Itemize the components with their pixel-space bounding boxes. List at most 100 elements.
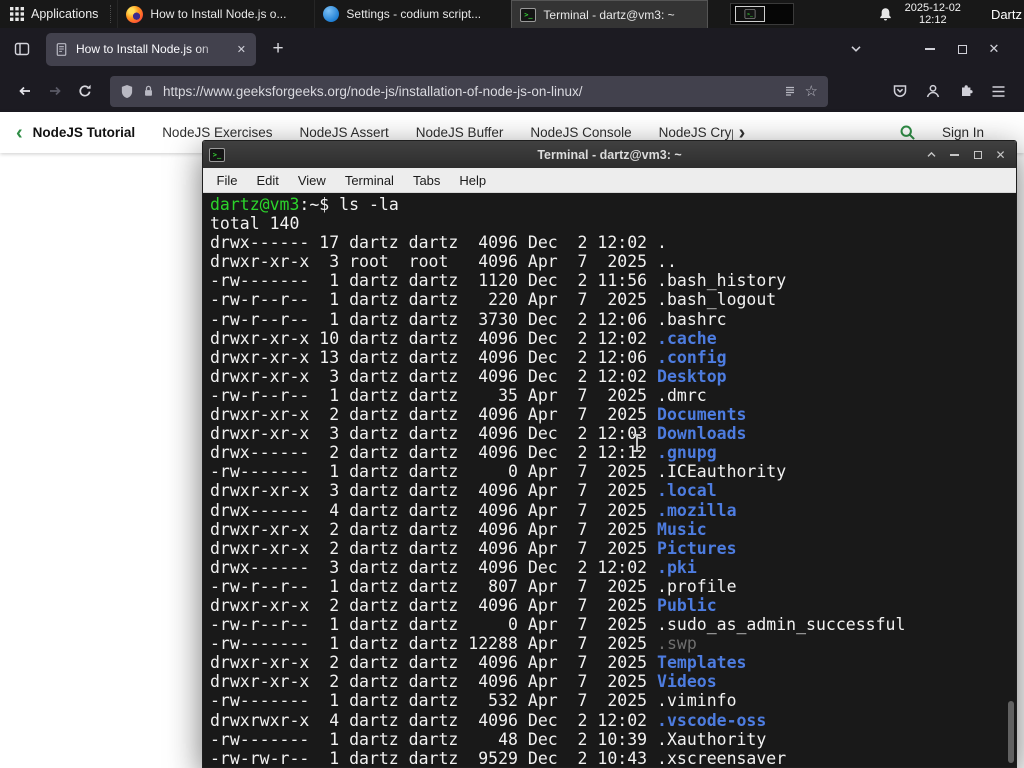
terminal-total-line: total 140 <box>210 214 300 234</box>
reload-button[interactable] <box>70 76 100 106</box>
list-tabs-chevron-icon[interactable] <box>844 45 868 53</box>
nav-scroll-left-icon[interactable]: ‹ <box>12 123 27 143</box>
terminal-title: Terminal - dartz@vm3: ~ <box>537 147 682 162</box>
terminal-titlebar-icon <box>209 147 225 162</box>
terminal-content[interactable]: dartz@vm3:~$ ls -la total 140 drwx------… <box>203 193 1016 767</box>
terminal-icon <box>520 7 537 22</box>
reader-mode-icon[interactable] <box>783 84 797 98</box>
command-text: ls -la <box>339 195 399 214</box>
terminal-line: drwx------ 2 dartz dartz 4096 Dec 2 12:1… <box>210 443 717 463</box>
window-maximize-button[interactable] <box>946 44 978 54</box>
scrollbar-thumb[interactable] <box>1008 701 1014 763</box>
site-nav-link[interactable]: NodeJS Tutorial <box>33 125 136 140</box>
menu-icon[interactable] <box>991 85 1006 98</box>
terminal-line: -rw-r--r-- 1 dartz dartz 0 Apr 7 2025 .s… <box>210 615 906 635</box>
terminal-titlebar[interactable]: Terminal - dartz@vm3: ~ ✕ <box>203 141 1016 168</box>
maximize-button[interactable] <box>966 150 989 159</box>
taskbar-label: Settings - codium script... <box>346 7 482 21</box>
search-icon[interactable] <box>899 124 916 141</box>
firefox-view-icon <box>14 42 30 56</box>
taskbar-label: How to Install Node.js o... <box>150 7 287 21</box>
tab-close-icon[interactable]: ✕ <box>235 43 248 56</box>
applications-grid-icon <box>10 7 24 21</box>
site-nav-link[interactable]: NodeJS Crypto <box>659 125 733 140</box>
terminal-line: drwx------ 4 dartz dartz 4096 Apr 7 2025… <box>210 500 737 520</box>
terminal-line: -rw------- 1 dartz dartz 532 Apr 7 2025 … <box>210 691 737 711</box>
terminal-line: drwxr-xr-x 3 dartz dartz 4096 Dec 2 12:0… <box>210 366 727 386</box>
terminal-line: -rw------- 1 dartz dartz 12288 Apr 7 202… <box>210 634 697 654</box>
browser-tab[interactable]: How to Install Node.js on ✕ <box>46 32 256 66</box>
site-nav-link[interactable]: NodeJS Assert <box>299 125 388 140</box>
workspace-pager[interactable] <box>729 3 794 25</box>
applications-menu[interactable]: Applications <box>0 0 108 28</box>
terminal-line: drwxr-xr-x 3 dartz dartz 4096 Dec 2 12:0… <box>210 424 747 444</box>
forward-button[interactable] <box>40 76 70 106</box>
browser-toolbar: https://www.geeksforgeeks.org/node-js/in… <box>0 70 1024 112</box>
site-nav-link[interactable]: NodeJS Exercises <box>162 125 272 140</box>
menu-edit[interactable]: Edit <box>247 173 288 188</box>
lock-icon <box>142 84 155 98</box>
terminal-line: drwxr-xr-x 10 dartz dartz 4096 Dec 2 12:… <box>210 328 717 348</box>
terminal-line: -rw------- 1 dartz dartz 48 Dec 2 10:39 … <box>210 729 767 749</box>
url-bar[interactable]: https://www.geeksforgeeks.org/node-js/in… <box>110 75 828 107</box>
window-minimize-button[interactable] <box>914 48 946 50</box>
menu-view[interactable]: View <box>288 173 335 188</box>
pager-window-icon <box>734 6 765 22</box>
terminal-line: drwxr-xr-x 2 dartz dartz 4096 Apr 7 2025… <box>210 538 737 558</box>
taskbar-label: Terminal - dartz@vm3: ~ <box>543 7 675 22</box>
terminal-icon <box>744 9 756 19</box>
notification-bell-icon[interactable] <box>878 7 893 22</box>
terminal-prompt-line: dartz@vm3:~$ ls -la <box>210 195 1016 214</box>
menu-tabs[interactable]: Tabs <box>403 173 449 188</box>
site-nav-link[interactable]: NodeJS Console <box>530 125 631 140</box>
terminal-line: drwxr-xr-x 2 dartz dartz 4096 Apr 7 2025… <box>210 595 717 615</box>
pocket-icon[interactable] <box>892 83 908 99</box>
menu-terminal[interactable]: Terminal <box>335 173 403 188</box>
terminal-window: Terminal - dartz@vm3: ~ ✕ File Edit View… <box>202 140 1017 768</box>
terminal-listing: drwx------ 17 dartz dartz 4096 Dec 2 12:… <box>210 233 1016 767</box>
terminal-line: drwxr-xr-x 2 dartz dartz 4096 Apr 7 2025… <box>210 405 747 425</box>
applications-label: Applications <box>31 7 99 21</box>
taskbar-item-terminal[interactable]: Terminal - dartz@vm3: ~ <box>511 0 709 28</box>
window-close-button[interactable]: ✕ <box>978 41 1010 57</box>
panel-separator <box>110 5 115 23</box>
terminal-line: -rw-rw-r-- 1 dartz dartz 9529 Dec 2 10:4… <box>210 748 787 767</box>
site-nav-items: NodeJS Tutorial NodeJS Exercises NodeJS As… <box>33 125 733 140</box>
terminal-line: -rw-r--r-- 1 dartz dartz 35 Apr 7 2025 .… <box>210 385 707 405</box>
bookmark-star-icon[interactable]: ☆ <box>805 82 818 100</box>
terminal-line: drwxrwxr-x 4 dartz dartz 4096 Dec 2 12:0… <box>210 710 767 730</box>
account-icon[interactable] <box>925 83 941 99</box>
back-button[interactable] <box>10 76 40 106</box>
site-nav-link[interactable]: NodeJS Buffer <box>416 125 504 140</box>
clock[interactable]: 2025-12-02 12:12 <box>905 2 961 27</box>
terminal-line: drwx------ 3 dartz dartz 4096 Dec 2 12:0… <box>210 557 697 577</box>
firefox-view-button[interactable] <box>8 35 36 63</box>
terminal-line: -rw-r--r-- 1 dartz dartz 220 Apr 7 2025 … <box>210 290 777 310</box>
terminal-line: drwxr-xr-x 3 root root 4096 Apr 7 2025 .… <box>210 252 677 272</box>
extensions-icon[interactable] <box>958 83 974 99</box>
menu-help[interactable]: Help <box>450 173 496 188</box>
shield-icon[interactable] <box>120 84 134 99</box>
codium-icon <box>323 6 340 22</box>
close-button[interactable]: ✕ <box>989 148 1012 162</box>
page-favicon-icon <box>54 42 69 57</box>
taskbar-item-codium[interactable]: Settings - codium script... <box>314 0 511 28</box>
new-tab-button[interactable]: + <box>264 35 292 63</box>
url-text[interactable]: https://www.geeksforgeeks.org/node-js/in… <box>163 84 775 99</box>
prompt-separator: :~$ <box>299 195 340 214</box>
shade-button[interactable] <box>920 151 943 158</box>
taskbar-item-browser[interactable]: How to Install Node.js o... <box>117 0 314 28</box>
firefox-icon <box>126 5 144 23</box>
minimize-button[interactable] <box>943 153 966 156</box>
terminal-scrollbar[interactable] <box>1006 193 1016 767</box>
sign-in-button[interactable]: Sign In <box>942 125 984 140</box>
terminal-line: -rw------- 1 dartz dartz 0 Apr 7 2025 .I… <box>210 462 787 482</box>
menu-file[interactable]: File <box>207 173 247 188</box>
user-menu[interactable]: Dartz <box>991 7 1022 22</box>
prompt-user-host: dartz@vm3 <box>210 195 300 214</box>
mouse-cursor <box>633 434 641 452</box>
terminal-line: drwxr-xr-x 2 dartz dartz 4096 Apr 7 2025… <box>210 672 717 692</box>
clock-date: 2025-12-02 <box>904 1 961 14</box>
terminal-line: drwx------ 17 dartz dartz 4096 Dec 2 12:… <box>210 233 667 253</box>
browser-tab-bar: How to Install Node.js on ✕ + ✕ <box>0 28 1024 70</box>
